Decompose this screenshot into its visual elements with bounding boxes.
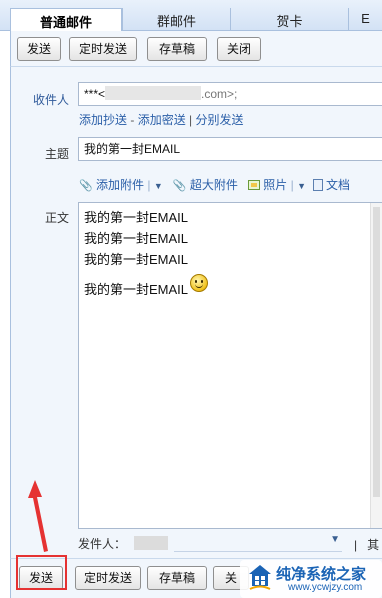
tab-greeting-card[interactable]: 贺卡 <box>230 8 348 31</box>
save-draft-button-bottom[interactable]: 存草稿 <box>147 566 207 590</box>
tab-bar: 普通邮件 群邮件 贺卡 E <box>0 0 382 32</box>
photo-divider: | <box>290 178 294 192</box>
recipient-masked-address <box>105 86 202 100</box>
tab-normal-mail[interactable]: 普通邮件 <box>10 8 122 32</box>
body-line: 我的第一封EMAIL <box>84 231 189 246</box>
scrollbar-thumb[interactable] <box>373 207 380 497</box>
sender-label: 发件人： <box>78 537 127 551</box>
sender-masked-name <box>134 536 168 550</box>
recipient-links: 添加抄送 - 添加密送 | 分别发送 <box>79 111 244 128</box>
body-line: 我的第一封EMAIL <box>84 210 189 225</box>
links-dash: - <box>127 113 138 127</box>
tab-group-mail[interactable]: 群邮件 <box>122 8 230 31</box>
links-pipe: | <box>185 113 196 127</box>
body-line-text: 我的第一封EMAIL <box>84 282 189 297</box>
recipient-suffix: .com>; <box>201 87 238 101</box>
send-button[interactable]: 发送 <box>17 37 61 61</box>
attachment-toolbar: 📎 添加附件 | ▼ 📎 超大附件 照片 | ▼ 文档 <box>79 176 350 193</box>
watermark-url: www.ycwjzy.com <box>288 582 363 593</box>
sender-row: 发件人： ▼ | 其 <box>78 534 382 555</box>
subject-input[interactable]: 我的第一封EMAIL <box>78 137 382 161</box>
document-link[interactable]: 文档 <box>326 178 350 192</box>
body-editor[interactable]: 我的第一封EMAIL 我的第一封EMAIL 我的第一封EMAIL 我的第一封EM… <box>78 202 382 529</box>
save-draft-button[interactable]: 存草稿 <box>147 37 207 61</box>
scheduled-send-button[interactable]: 定时发送 <box>69 37 137 61</box>
house-logo-icon <box>249 565 271 590</box>
attach-divider: | <box>147 178 151 192</box>
smiley-icon <box>190 274 209 292</box>
recipient-prefix: ***< <box>84 87 106 101</box>
sender-select[interactable]: ▼ <box>174 534 342 552</box>
add-bcc-link[interactable]: 添加密送 <box>138 113 186 127</box>
subject-label: 主题 <box>44 147 69 161</box>
paperclip-icon: 📎 <box>79 180 93 192</box>
body-label: 正文 <box>44 211 69 225</box>
photo-icon <box>247 180 260 190</box>
body-line: 我的第一封EMAIL <box>84 252 189 267</box>
add-attachment-link[interactable]: 添加附件 <box>96 178 144 192</box>
tab-more[interactable]: E <box>348 8 382 31</box>
dropdown-icon[interactable]: ▼ <box>154 181 163 191</box>
sender-more[interactable]: | 其 <box>354 536 379 553</box>
large-attachment-icon: 📎 <box>172 180 187 192</box>
recipient-field[interactable]: ***< .com>; <box>78 82 382 106</box>
body-scrollbar[interactable] <box>370 203 382 528</box>
watermark: 纯净系统之家 www.ycwjzy.com <box>240 560 382 598</box>
watermark-title: 纯净系统之家 <box>276 566 367 583</box>
sender-more-text: 其 <box>367 538 380 552</box>
close-button[interactable]: 关闭 <box>217 37 261 61</box>
document-icon <box>312 179 323 191</box>
scheduled-send-button-bottom[interactable]: 定时发送 <box>75 566 141 590</box>
photo-link[interactable]: 照片 <box>263 178 287 192</box>
recipient-label[interactable]: 收件人 <box>21 91 69 108</box>
large-attachment-link[interactable]: 超大附件 <box>190 178 238 192</box>
add-cc-link[interactable]: 添加抄送 <box>79 113 127 127</box>
chevron-down-icon[interactable]: ▼ <box>330 534 340 545</box>
separate-send-link[interactable]: 分别发送 <box>196 113 244 127</box>
send-button-bottom[interactable]: 发送 <box>19 566 63 590</box>
body-line-last: 我的第一封EMAIL <box>84 274 377 300</box>
compose-form: 收件人 ***< .com>; 添加抄送 - 添加密送 | 分别发送 主题 我的第… <box>10 67 382 558</box>
dropdown-icon[interactable]: ▼ <box>297 181 306 191</box>
top-toolbar: 发送 定时发送 存草稿 关闭 <box>10 31 382 67</box>
